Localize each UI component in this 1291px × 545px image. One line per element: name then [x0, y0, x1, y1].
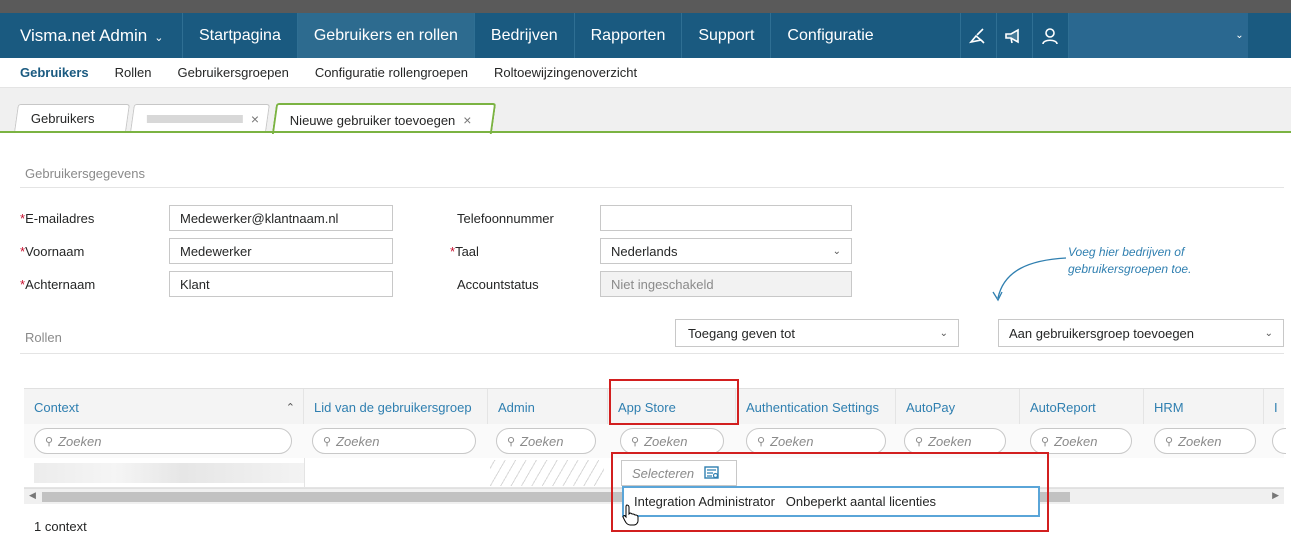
search-icon: ⚲ — [507, 435, 516, 448]
search-input-truncated[interactable] — [1272, 428, 1286, 454]
context-count: 1 context — [34, 519, 87, 534]
divider — [20, 187, 1284, 188]
highlight-box-app-store — [609, 379, 739, 425]
subnav-configuratie-rollengroepen[interactable]: Configuratie rollengroepen — [315, 65, 468, 80]
app-brand-label: Visma.net Admin — [20, 25, 148, 45]
subnav-gebruikersgroepen[interactable]: Gebruikersgroepen — [178, 65, 289, 80]
hand-cursor-icon — [622, 504, 639, 526]
search-input-autoreport[interactable]: ⚲ Zoeken — [1030, 428, 1132, 454]
search-input-auth[interactable]: ⚲ Zoeken — [746, 428, 886, 454]
lastname-label: *Achternaam — [20, 277, 96, 292]
nav-rapporten[interactable]: Rapporten — [573, 13, 682, 58]
divider — [20, 353, 1284, 354]
tab-bar: Gebruikers × Nieuwe gebruiker toevoegen … — [0, 88, 1291, 134]
hint-arrow-icon — [992, 257, 1067, 302]
hint-text: Voeg hier bedrijven of gebruikersgroepen… — [1068, 245, 1192, 276]
nav-gebruikers-en-rollen[interactable]: Gebruikers en rollen — [296, 13, 474, 58]
close-icon[interactable]: × — [251, 111, 259, 127]
chevron-down-icon: ⌄ — [1264, 327, 1273, 339]
tab-label: Gebruikers — [30, 111, 95, 126]
usergroup-dropdown[interactable]: Aan gebruikersgroep toevoegen ⌄ — [998, 319, 1284, 347]
search-input-appstore[interactable]: ⚲ Zoeken — [620, 428, 724, 454]
access-dropdown[interactable]: Toegang geven tot ⌄ — [675, 319, 959, 347]
subnav-gebruikers[interactable]: Gebruikers — [20, 65, 89, 80]
user-account-menu[interactable]: ⌄ — [1067, 13, 1248, 58]
tab-gebruikers[interactable]: Gebruikers — [14, 104, 130, 132]
status-label: Accountstatus — [457, 277, 539, 292]
tab-label: Nieuwe gebruiker toevoegen — [289, 112, 456, 127]
search-input-context[interactable]: ⚲ Zoeken — [34, 428, 292, 454]
nav-startpagina[interactable]: Startpagina — [182, 13, 297, 58]
search-icon: ⚲ — [1041, 435, 1050, 448]
firstname-field[interactable]: Medewerker — [169, 238, 393, 264]
sort-up-icon: ⌃ — [285, 401, 295, 414]
col-authentication-settings[interactable]: Authentication Settings — [736, 389, 896, 425]
phone-label: Telefoonnummer — [457, 211, 554, 226]
search-icon: ⚲ — [1165, 435, 1174, 448]
user-icon[interactable] — [1031, 13, 1068, 58]
scroll-left-icon[interactable]: ◀ — [29, 490, 36, 501]
app-brand-menu[interactable]: Visma.net Admin ⌄ — [0, 13, 182, 58]
nav-configuratie[interactable]: Configuratie — [770, 13, 889, 58]
col-context[interactable]: Context ⌃ — [24, 389, 304, 425]
window-top-strip — [0, 0, 1291, 13]
chevron-down-icon: ⌄ — [832, 245, 841, 257]
scroll-right-icon[interactable]: ▶ — [1272, 490, 1279, 501]
redacted-context — [34, 463, 304, 483]
search-input-hrm[interactable]: ⚲ Zoeken — [1154, 428, 1256, 454]
col-hrm[interactable]: HRM — [1144, 389, 1264, 425]
close-icon[interactable]: × — [463, 112, 471, 128]
nav-icon-group: ⌄ — [959, 13, 1248, 58]
subnav-roltoewijzingenoverzicht[interactable]: Roltoewijzingenoverzicht — [494, 65, 637, 80]
usergroup-dropdown-label: Aan gebruikersgroep toevoegen — [1009, 325, 1195, 341]
col-truncated[interactable]: I — [1264, 389, 1284, 425]
search-icon: ⚲ — [631, 435, 640, 448]
email-field[interactable]: Medewerker@klantnaam.nl — [169, 205, 393, 231]
chevron-down-icon: ⌄ — [1235, 30, 1244, 41]
nav-support[interactable]: Support — [681, 13, 770, 58]
col-autopay[interactable]: AutoPay — [896, 389, 1020, 425]
nav-bedrijven[interactable]: Bedrijven — [473, 13, 574, 58]
tab-underline — [0, 131, 1291, 133]
firstname-label: *Voornaam — [20, 244, 85, 259]
language-value: Nederlands — [611, 243, 678, 259]
broom-icon[interactable] — [959, 13, 996, 58]
megaphone-icon[interactable] — [995, 13, 1032, 58]
search-input-group[interactable]: ⚲ Zoeken — [312, 428, 476, 454]
language-select[interactable]: Nederlands ⌄ — [600, 238, 852, 264]
search-icon: ⚲ — [323, 435, 332, 448]
col-autoreport[interactable]: AutoReport — [1020, 389, 1144, 425]
top-navigation: Visma.net Admin ⌄ Startpagina Gebruikers… — [0, 13, 1291, 58]
search-icon: ⚲ — [45, 435, 54, 448]
lastname-field[interactable]: Klant — [169, 271, 393, 297]
access-dropdown-label: Toegang geven tot — [688, 325, 795, 341]
chevron-down-icon: ⌄ — [154, 31, 164, 44]
search-icon: ⚲ — [757, 435, 766, 448]
language-label: *Taal — [450, 244, 479, 259]
search-icon: ⚲ — [915, 435, 924, 448]
sub-navigation: Gebruikers Rollen Gebruikersgroepen Conf… — [0, 58, 1291, 88]
search-input-admin[interactable]: ⚲ Zoeken — [496, 428, 596, 454]
col-lid-van-gebruikersgroep[interactable]: Lid van de gebruikersgroep — [304, 389, 488, 425]
tab-nieuwe-gebruiker[interactable]: Nieuwe gebruiker toevoegen × — [271, 103, 497, 134]
search-input-autopay[interactable]: ⚲ Zoeken — [904, 428, 1006, 454]
chevron-down-icon: ⌄ — [939, 327, 948, 339]
section-title-gebruikersgegevens: Gebruikersgegevens — [25, 166, 145, 181]
divider — [304, 458, 305, 488]
account-status-field: Niet ingeschakeld — [600, 271, 852, 297]
subnav-rollen[interactable]: Rollen — [115, 65, 152, 80]
admin-cell-disabled — [490, 460, 604, 486]
col-admin[interactable]: Admin — [488, 389, 608, 425]
redacted-text — [146, 114, 243, 123]
highlight-box-select — [611, 452, 1049, 532]
tab-user-redacted[interactable]: × — [130, 104, 270, 132]
email-label: *E-mailadres — [20, 211, 95, 226]
section-title-rollen: Rollen — [25, 330, 62, 345]
phone-field[interactable] — [600, 205, 852, 231]
